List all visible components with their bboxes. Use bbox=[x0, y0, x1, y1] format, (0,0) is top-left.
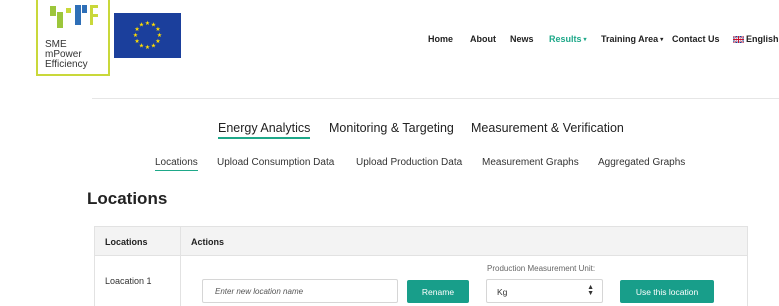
subtab-upload-consumption-data[interactable]: Upload Consumption Data bbox=[217, 157, 334, 168]
chevron-down-icon: ▾ bbox=[583, 37, 587, 43]
subtab-upload-production-data[interactable]: Upload Production Data bbox=[356, 157, 462, 168]
header-divider bbox=[92, 98, 779, 99]
production-unit-select[interactable]: Kg ▲ ▼ bbox=[486, 279, 603, 303]
tab-measurement-verification[interactable]: Measurement & Verification bbox=[471, 121, 624, 135]
svg-text:★: ★ bbox=[133, 32, 138, 39]
uk-flag-icon bbox=[733, 36, 744, 43]
subtab-locations[interactable]: Locations bbox=[155, 157, 198, 171]
column-header-actions: Actions bbox=[191, 237, 225, 247]
production-unit-value: Kg bbox=[497, 287, 508, 297]
site-logo[interactable]: SME mPower Efficiency bbox=[36, 0, 110, 76]
language-selector[interactable]: English bbox=[733, 34, 779, 44]
rename-button[interactable]: Rename bbox=[407, 280, 469, 303]
nav-home[interactable]: Home bbox=[428, 34, 453, 44]
logo-mark-icon bbox=[50, 5, 98, 28]
nav-about[interactable]: About bbox=[470, 34, 496, 44]
table-header: Locations Actions bbox=[94, 226, 748, 256]
location-name: Loacation 1 bbox=[105, 276, 152, 286]
chevron-down-icon: ▾ bbox=[660, 37, 664, 43]
column-header-locations: Locations bbox=[105, 237, 148, 247]
subtab-measurement-graphs[interactable]: Measurement Graphs bbox=[482, 157, 579, 168]
nav-news[interactable]: News bbox=[510, 34, 534, 44]
nav-training-area-label: Training Area bbox=[601, 34, 659, 44]
use-this-location-button[interactable]: Use this location bbox=[620, 280, 714, 303]
tab-monitoring-targeting[interactable]: Monitoring & Targeting bbox=[329, 121, 454, 135]
nav-training-area[interactable]: Training Area ▾ bbox=[601, 34, 663, 44]
svg-text:★: ★ bbox=[145, 44, 150, 51]
tab-energy-analytics[interactable]: Energy Analytics bbox=[218, 121, 311, 139]
locations-table: Locations Actions Loacation 1 Rename Pro… bbox=[94, 226, 748, 306]
logo-text: SME mPower Efficiency bbox=[45, 40, 88, 70]
subtab-aggregated-graphs[interactable]: Aggregated Graphs bbox=[598, 157, 685, 168]
select-arrows-icon: ▲ ▼ bbox=[587, 284, 594, 297]
nav-results-label: Results bbox=[549, 34, 582, 44]
page-title: Locations bbox=[87, 189, 168, 208]
nav-results[interactable]: Results ▾ bbox=[549, 34, 587, 44]
eu-flag-icon: ★ ★ ★ ★ ★ ★ ★ ★ ★ ★ ★ ★ bbox=[114, 13, 181, 58]
new-location-name-input[interactable] bbox=[202, 279, 398, 303]
nav-contact-us[interactable]: Contact Us bbox=[672, 34, 720, 44]
svg-text:★: ★ bbox=[145, 20, 150, 27]
logo-line: Efficiency bbox=[45, 59, 88, 70]
svg-text:★: ★ bbox=[134, 38, 139, 45]
production-unit-label: Production Measurement Unit: bbox=[487, 264, 596, 273]
language-label: English bbox=[746, 34, 779, 44]
svg-text:★: ★ bbox=[151, 42, 156, 49]
eu-stars-icon: ★ ★ ★ ★ ★ ★ ★ ★ ★ ★ ★ ★ bbox=[133, 20, 162, 51]
svg-text:★: ★ bbox=[139, 22, 144, 29]
